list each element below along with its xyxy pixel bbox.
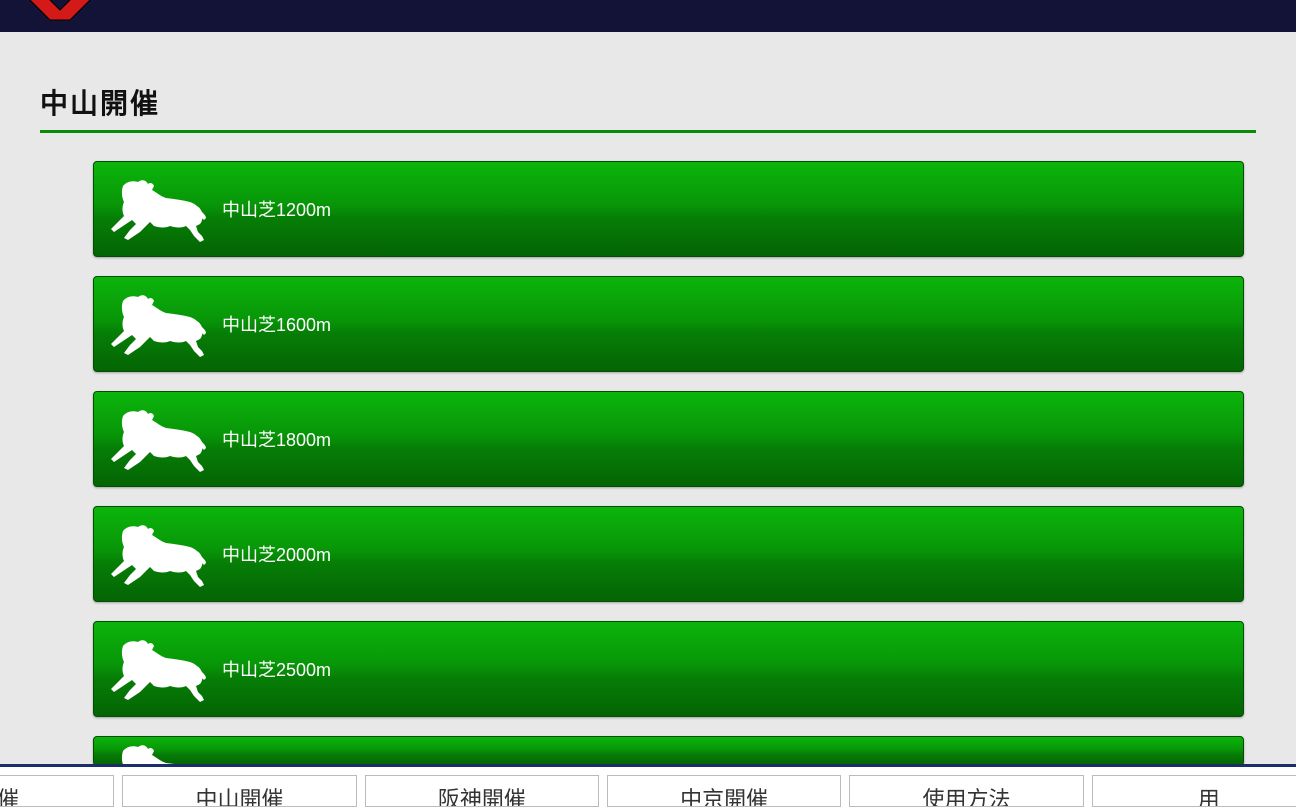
tab-usage[interactable]: 使用方法 [849,775,1083,807]
tab-chukyo[interactable]: 中京開催 [607,775,841,807]
course-item[interactable]: 中山芝1600m [93,276,1244,372]
course-item[interactable]: 中山芝1200m [93,161,1244,257]
course-item[interactable]: 中山芝1800m [93,391,1244,487]
course-list: 中山芝1200m 中山芝1600m 中山芝1800m 中山芝2000m 中山芝2 [40,161,1256,766]
tab-item[interactable]: 用 [1092,775,1296,807]
horse-icon [108,519,216,589]
course-item[interactable]: 中山芝2500m [93,621,1244,717]
main-content: 中山開催 中山芝1200m 中山芝1600m 中山芝1800m 中山芝2000m [0,32,1296,766]
course-label: 中山芝1800m [222,426,331,452]
bottom-nav-tabs: 開催 中山開催 阪神開催 中京開催 使用方法 用 [0,764,1296,807]
course-item[interactable] [93,736,1244,766]
course-label: 中山芝2500m [222,656,331,682]
tab-hanshin[interactable]: 阪神開催 [365,775,599,807]
tab-item[interactable]: 開催 [0,775,114,807]
logo-icon [20,0,105,28]
header-bar [0,0,1296,32]
course-label: 中山芝1200m [222,196,331,222]
horse-icon [108,174,216,244]
horse-icon [108,404,216,474]
horse-icon [108,739,216,766]
tab-nakayama[interactable]: 中山開催 [122,775,356,807]
course-item[interactable]: 中山芝2000m [93,506,1244,602]
course-label: 中山芝1600m [222,311,331,337]
horse-icon [108,289,216,359]
section-title: 中山開催 [40,82,1256,133]
course-label: 中山芝2000m [222,541,331,567]
horse-icon [108,634,216,704]
